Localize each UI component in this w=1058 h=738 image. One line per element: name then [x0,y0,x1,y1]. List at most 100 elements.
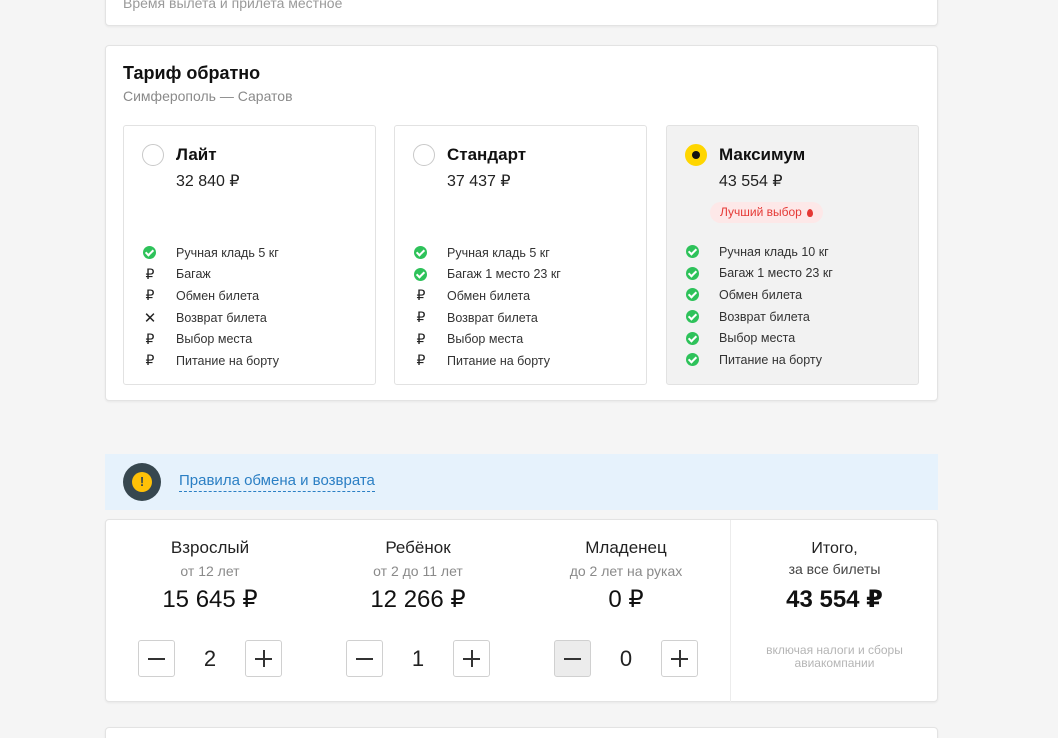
ruble-icon: ₽ [416,330,426,347]
radio-button[interactable] [142,144,164,166]
increment-button[interactable] [245,640,282,677]
tariff-option-standard[interactable]: Стандарт 37 437 ₽ Ручная кладь 5 кг Бага… [394,125,647,385]
increment-button[interactable] [661,640,698,677]
feature-item: Обмен билета [685,284,833,306]
feature-label: Ручная кладь 5 кг [447,245,550,260]
feature-item: ₽ Питание на борту [413,350,561,372]
tariff-option-maximum[interactable]: Максимум 43 554 ₽ Лучший выбор Ручная кл… [666,125,919,385]
ruble-icon: ₽ [145,352,155,369]
quantity-value: 1 [411,645,425,671]
feature-label: Возврат билета [176,310,267,325]
feature-label: Питание на борту [447,353,551,368]
return-fare-card: Тариф обратно Симферополь — Саратов Лайт… [105,45,938,401]
flame-icon [806,209,813,217]
feature-label: Выбор места [176,332,253,347]
decrement-button[interactable] [554,640,591,677]
feature-item: ✕ Возврат билета [142,307,279,329]
feature-list: Ручная кладь 10 кг Багаж 1 место 23 кг О… [685,241,833,371]
tariff-name: Максимум [719,145,806,164]
badge-label: Лучший выбор [720,205,802,219]
check-icon [686,353,699,367]
tariff-option-lite[interactable]: Лайт 32 840 ₽ Ручная кладь 5 кг ₽ Багаж ₽… [123,125,376,385]
feature-item: Выбор места [685,327,833,349]
radio-button[interactable] [413,144,435,166]
passenger-age: от 12 лет [180,563,240,579]
feature-label: Обмен билета [719,287,803,302]
quantity-value: 0 [619,645,633,671]
feature-label: Питание на борту [719,352,823,367]
feature-item: ₽ Обмен билета [413,285,561,307]
check-icon [414,246,427,260]
feature-item: ₽ Багаж [142,264,279,286]
ruble-icon: ₽ [145,265,155,282]
feature-item: Багаж 1 место 23 кг [685,263,833,285]
passenger-type: Взрослый [170,538,250,557]
increment-button[interactable] [453,640,490,677]
warning-icon: ! [123,463,161,501]
decrement-button[interactable] [346,640,383,677]
exchange-rules-bar: ! Правила обмена и возврата [105,454,938,510]
passenger-age: до 2 лет на руках [569,563,683,579]
tariff-price: 32 840 ₽ [176,173,240,190]
ruble-icon: ₽ [416,309,426,326]
next-section-card [105,727,938,738]
feature-item: ₽ Выбор места [142,328,279,350]
feature-list: Ручная кладь 5 кг Багаж 1 место 23 кг ₽ О… [413,242,561,372]
feature-item: ₽ Обмен билета [142,285,279,307]
check-icon [686,266,699,280]
feature-item: Возврат билета [685,306,833,328]
tariff-name: Лайт [176,145,217,164]
check-icon [686,331,699,345]
feature-label: Багаж [176,267,211,282]
feature-label: Багаж 1 место 23 кг [719,266,833,281]
exchange-rules-link[interactable]: Правила обмена и возврата [179,472,375,492]
fare-title: Тариф обратно [123,63,261,83]
passenger-type: Ребёнок [385,538,451,557]
passenger-price: 15 645 ₽ [162,586,258,613]
fare-route: Симферополь — Саратов [123,88,293,104]
local-time-note: Время вылета и прилета местное [123,0,343,11]
feature-item: ₽ Питание на борту [142,350,280,372]
passenger-child: Ребёнок от 2 до 11 лет 12 266 ₽ 1 [314,520,522,703]
feature-label: Багаж 1 место 23 кг [447,267,561,282]
tariff-price: 43 554 ₽ [719,173,783,190]
best-choice-badge: Лучший выбор [710,202,823,223]
quantity-stepper: 2 [106,640,314,677]
feature-item: ₽ Выбор места [413,328,561,350]
passenger-infant: Младенец до 2 лет на руках 0 ₽ 0 [522,520,730,703]
feature-item: Ручная кладь 5 кг [142,242,279,264]
feature-list: Ручная кладь 5 кг ₽ Багаж ₽ Обмен билета ✕… [142,242,279,372]
feature-item: ₽ Возврат билета [413,307,561,329]
feature-label: Ручная кладь 10 кг [719,244,829,259]
total-subtitle: за все билеты [788,561,881,577]
passengers-card: Взрослый от 12 лет 15 645 ₽ 2 Ребёнок от… [105,519,938,703]
quantity-value: 2 [203,645,217,671]
feature-item: Питание на борту [685,349,833,371]
feature-label: Выбор места [719,331,796,346]
feature-label: Обмен билета [447,288,531,303]
feature-item: Багаж 1 место 23 кг [413,264,561,286]
passenger-adult: Взрослый от 12 лет 15 645 ₽ 2 [106,520,314,703]
total-price: 43 554 ₽ [786,586,883,613]
passenger-price: 0 ₽ [608,586,644,613]
feature-label: Питание на борту [176,353,280,368]
quantity-stepper: 1 [314,640,522,677]
quantity-stepper: 0 [522,640,730,677]
taxes-note: включая налоги и сборы авиакомпании [766,643,903,670]
feature-label: Возврат билета [719,309,810,324]
ruble-icon: ₽ [145,287,155,304]
ruble-icon: ₽ [416,287,426,304]
tariff-name: Стандарт [447,145,527,164]
decrement-button[interactable] [138,640,175,677]
radio-button-selected[interactable] [685,144,707,166]
total-title: Итого, [811,540,858,557]
feature-label: Выбор места [447,332,524,347]
check-icon [686,288,699,302]
tariff-price: 37 437 ₽ [447,173,511,190]
feature-label: Ручная кладь 5 кг [176,245,279,260]
check-icon [686,245,699,259]
feature-label: Возврат билета [447,310,538,325]
ruble-icon: ₽ [145,330,155,347]
check-icon [143,246,156,260]
feature-item: Ручная кладь 5 кг [413,242,561,264]
